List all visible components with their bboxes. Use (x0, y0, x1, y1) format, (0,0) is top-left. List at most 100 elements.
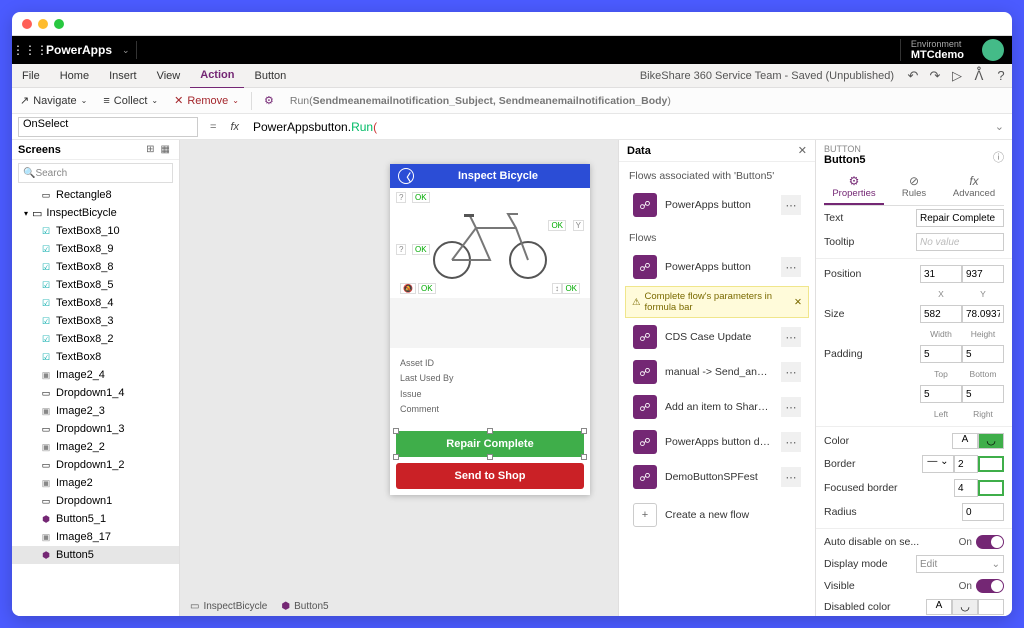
tree-item[interactable]: ▣Image8_17 (12, 528, 179, 546)
text-input[interactable] (916, 209, 1004, 227)
tab-file[interactable]: File (12, 64, 50, 88)
pad-right-input[interactable] (962, 385, 1004, 403)
close-dot[interactable] (22, 19, 32, 29)
tree-item[interactable]: ▣Image2_3 (12, 402, 179, 420)
tree-item[interactable]: ☑TextBox8_2 (12, 330, 179, 348)
tree-item[interactable]: ▭Dropdown1_4 (12, 384, 179, 402)
tree-group[interactable]: ▾▭InspectBicycle (12, 204, 179, 222)
flow-item[interactable]: ☍ DemoButtonSPFest ⋯ (625, 461, 809, 493)
tab-action[interactable]: Action (190, 63, 244, 89)
focused-border-swatch[interactable] (978, 480, 1004, 496)
minimize-dot[interactable] (38, 19, 48, 29)
border-color-swatch[interactable] (978, 456, 1004, 472)
breadcrumb[interactable]: ▭InspectBicycle ⬢Button5 (190, 601, 329, 612)
ribbon: File Home Insert View Action Button Bike… (12, 64, 1012, 88)
tooltip-input[interactable] (916, 233, 1004, 251)
share-icon[interactable]: ᐰ (968, 68, 990, 84)
send-to-shop-button[interactable]: Send to Shop (396, 463, 584, 489)
app-name: PowerApps (40, 43, 118, 57)
form-fields: Asset IDLast Used ByIssueComment (390, 348, 590, 425)
tree-item[interactable]: ☑TextBox8_8 (12, 258, 179, 276)
app-launcher-icon[interactable]: ⋮⋮⋮ (12, 43, 40, 57)
fill-color-swatch[interactable]: ◡ (978, 433, 1004, 449)
tab-advanced[interactable]: fxAdvanced (944, 170, 1004, 205)
width-input[interactable] (920, 305, 962, 323)
close-icon[interactable]: ✕ (794, 297, 802, 308)
pos-y-input[interactable] (962, 265, 1004, 283)
tree-item[interactable]: ⬢Button5 (12, 546, 179, 564)
more-icon[interactable]: ⋯ (781, 362, 801, 382)
tree-item[interactable]: ▣Image2 (12, 474, 179, 492)
zoom-dot[interactable] (54, 19, 64, 29)
focused-border-input[interactable] (954, 479, 978, 497)
displaymode-dropdown[interactable]: Edit⌄ (916, 555, 1004, 573)
flow-warning: ⚠Complete flow's parameters in formula b… (625, 286, 809, 318)
environment-picker[interactable]: Environment MTCdemo (900, 39, 974, 62)
flow-item[interactable]: ☍ manual -> Send_an_email ⋯ (625, 356, 809, 388)
more-icon[interactable]: ⋯ (781, 432, 801, 452)
undo-icon[interactable]: ↶ (902, 68, 924, 84)
pos-x-input[interactable] (920, 265, 962, 283)
tree-item[interactable]: ▣Image2_2 (12, 438, 179, 456)
visible-toggle[interactable] (976, 579, 1004, 593)
create-flow-button[interactable]: + Create a new flow (625, 499, 809, 531)
more-icon[interactable]: ⋯ (781, 467, 801, 487)
flow-item[interactable]: ☍ PowerApps button ⋯ (625, 251, 809, 283)
tree-item[interactable]: ▭Dropdown1_2 (12, 456, 179, 474)
remove-button[interactable]: ✕Remove⌄ (166, 94, 247, 107)
pad-bottom-input[interactable] (962, 345, 1004, 363)
flow-icon: ☍ (633, 360, 657, 384)
search-input[interactable]: 🔍 Search (18, 163, 173, 183)
back-icon[interactable]: 〈 (398, 168, 414, 184)
height-input[interactable] (962, 305, 1004, 323)
flows-icon[interactable]: ⚙ (256, 94, 282, 107)
tree-item[interactable]: ▭Dropdown1 (12, 492, 179, 510)
formula-input[interactable]: PowerAppsbutton.Run( (247, 120, 987, 134)
flow-item[interactable]: ☍ CDS Case Update ⋯ (625, 321, 809, 353)
tree-item[interactable]: ⬢Button5_1 (12, 510, 179, 528)
autodisable-toggle[interactable] (976, 535, 1004, 549)
thumbnail-view-icon[interactable]: ▦ (158, 144, 173, 155)
navigate-button[interactable]: ↗Navigate⌄ (12, 94, 95, 107)
avatar[interactable] (982, 39, 1004, 61)
close-icon[interactable]: ✕ (798, 144, 807, 157)
border-style[interactable]: — ⌄ (922, 455, 954, 473)
flow-item[interactable]: ☍ Add an item to SharePoint ... ⋯ (625, 391, 809, 423)
redo-icon[interactable]: ↷ (924, 68, 946, 84)
help-icon[interactable]: ? (990, 68, 1012, 83)
collect-button[interactable]: ≡Collect⌄ (95, 95, 166, 107)
play-icon[interactable]: ▷ (946, 68, 968, 84)
tree-item[interactable]: ☑TextBox8_3 (12, 312, 179, 330)
tab-button[interactable]: Button (244, 64, 296, 88)
tree-item[interactable]: ☑TextBox8_10 (12, 222, 179, 240)
tab-insert[interactable]: Insert (99, 64, 147, 88)
tab-home[interactable]: Home (50, 64, 99, 88)
pad-left-input[interactable] (920, 385, 962, 403)
tab-properties[interactable]: ⚙Properties (824, 170, 884, 205)
tree-item[interactable]: ☑TextBox8_4 (12, 294, 179, 312)
info-icon[interactable]: ⓘ (993, 149, 1004, 165)
tree-item[interactable]: ▣Image2_4 (12, 366, 179, 384)
tree-view-icon[interactable]: ⊞ (143, 144, 157, 155)
more-icon[interactable]: ⋯ (781, 327, 801, 347)
flow-item[interactable]: ☍ PowerApps button demo 360 ⋯ (625, 426, 809, 458)
radius-input[interactable] (962, 503, 1004, 521)
more-icon[interactable]: ⋯ (781, 397, 801, 417)
more-icon[interactable]: ⋯ (781, 257, 801, 277)
tab-rules[interactable]: ⊘Rules (884, 170, 944, 205)
tree-item[interactable]: ☑TextBox8 (12, 348, 179, 366)
property-selector[interactable]: OnSelect (18, 117, 198, 137)
fx-icon[interactable]: fx (222, 121, 247, 133)
tree-item[interactable]: ☑TextBox8_9 (12, 240, 179, 258)
tree-item[interactable]: ▭Rectangle8 (12, 186, 179, 204)
tree-item[interactable]: ☑TextBox8_5 (12, 276, 179, 294)
more-icon[interactable]: ⋯ (781, 195, 801, 215)
border-width-input[interactable] (954, 455, 978, 473)
flow-item[interactable]: ☍ PowerApps button ⋯ (625, 189, 809, 221)
canvas[interactable]: 〈 Inspect Bicycle ?OK OKY ?OK 🔕OK ↕OK (180, 140, 618, 616)
tree-item[interactable]: ▭Dropdown1_3 (12, 420, 179, 438)
pad-top-input[interactable] (920, 345, 962, 363)
font-color-swatch[interactable]: A (952, 433, 978, 449)
tab-view[interactable]: View (147, 64, 191, 88)
repair-complete-button[interactable]: Repair Complete (396, 431, 584, 457)
